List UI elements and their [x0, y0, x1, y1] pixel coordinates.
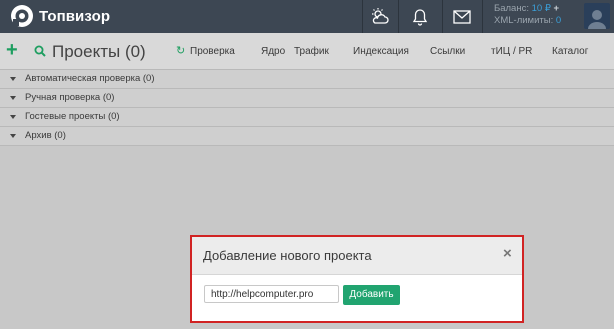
expand-triangle-icon [10, 77, 16, 81]
page-title: Проекты (0) [52, 42, 146, 61]
refresh-icon[interactable]: ↻ [176, 46, 185, 57]
check-button[interactable]: Проверка [190, 46, 235, 57]
mail-icon [453, 9, 471, 24]
add-funds-icon[interactable]: + [554, 3, 560, 14]
group-label: Архив (0) [25, 130, 66, 141]
xml-limits-label: XML-лимиты: [494, 15, 554, 26]
add-button[interactable]: Добавить [343, 285, 400, 305]
modal-header: Добавление нового проекта × [192, 237, 522, 275]
group-row[interactable]: Ручная проверка (0) [0, 89, 614, 108]
messages-button[interactable] [442, 0, 482, 33]
user-icon [588, 10, 606, 29]
project-url-input[interactable] [204, 285, 339, 303]
column-links[interactable]: Ссылки [430, 46, 465, 57]
topvisor-logo-icon [11, 5, 33, 27]
xml-limits-value[interactable]: 0 [556, 15, 561, 26]
group-label: Ручная проверка (0) [25, 92, 115, 103]
bell-icon [412, 8, 428, 26]
balance-value[interactable]: 10 ₽ [532, 3, 551, 14]
projects-toolbar: + Проекты (0) ↻ Проверка Ядро Трафик Инд… [0, 33, 614, 70]
group-label: Гостевые проекты (0) [25, 111, 120, 122]
expand-triangle-icon [10, 115, 16, 119]
top-bar: Топвизор Баланс: 10 ₽ + XML-лимиты: 0 [0, 0, 614, 33]
modal-title: Добавление нового проекта [203, 248, 372, 263]
app-name: Топвизор [39, 7, 111, 25]
weather-button[interactable] [362, 0, 398, 33]
avatar[interactable] [584, 3, 610, 29]
balance-label: Баланс: [494, 3, 529, 14]
column-core[interactable]: Ядро [261, 46, 285, 57]
column-indexing[interactable]: Индексация [353, 46, 409, 57]
add-project-modal: Добавление нового проекта × Добавить [190, 235, 524, 323]
group-label: Автоматическая проверка (0) [25, 73, 155, 84]
balance-panel: Баланс: 10 ₽ + XML-лимиты: 0 [494, 3, 561, 27]
column-catalog[interactable]: Каталог [552, 46, 588, 57]
column-tic-pr[interactable]: тИЦ / PR [491, 46, 532, 57]
close-icon[interactable]: × [503, 246, 512, 261]
weather-icon [372, 7, 389, 24]
group-row[interactable]: Автоматическая проверка (0) [0, 70, 614, 89]
column-traffic[interactable]: Трафик [294, 46, 329, 57]
group-row[interactable]: Архив (0) [0, 127, 614, 146]
group-row[interactable]: Гостевые проекты (0) [0, 108, 614, 127]
expand-triangle-icon [10, 96, 16, 100]
logo[interactable]: Топвизор [10, 4, 110, 28]
add-project-button[interactable]: + [6, 40, 18, 60]
expand-triangle-icon [10, 134, 16, 138]
notifications-button[interactable] [398, 0, 442, 33]
search-icon[interactable] [34, 45, 46, 57]
separator [482, 0, 483, 33]
